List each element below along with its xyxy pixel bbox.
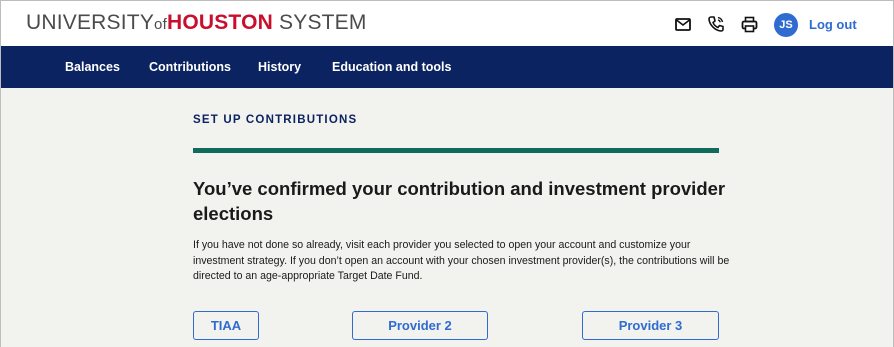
user-avatar[interactable]: JS	[774, 13, 798, 37]
nav-item-contributions[interactable]: Contributions	[149, 60, 231, 74]
provider-2-button[interactable]: Provider 2	[352, 311, 488, 340]
logo-system: SYSTEM	[273, 11, 367, 34]
printer-icon[interactable]	[738, 13, 760, 35]
section-eyebrow: SET UP CONTRIBUTIONS	[193, 114, 358, 126]
logo-university: UNIVERSITY	[26, 11, 155, 34]
provider-tiaa-button[interactable]: TIAA	[193, 311, 259, 340]
section-divider	[193, 148, 719, 153]
nav-item-history[interactable]: History	[258, 60, 301, 74]
top-bar: UNIVERSITYofHOUSTON SYSTEM JS Log out	[1, 1, 893, 46]
logo-houston: HOUSTON	[166, 11, 273, 34]
main-nav: Balances Contributions History Education…	[1, 46, 893, 88]
logo-of: of	[154, 16, 167, 33]
university-logo[interactable]: UNIVERSITYofHOUSTON SYSTEM	[26, 11, 367, 37]
page-title: You’ve confirmed your contribution and i…	[193, 178, 726, 224]
provider-3-button[interactable]: Provider 3	[582, 311, 719, 340]
mail-icon[interactable]	[672, 13, 694, 35]
phone-icon[interactable]	[705, 13, 727, 35]
logo-system-text: SYSTEM	[279, 11, 367, 34]
instruction-text: If you have not done so already, visit e…	[193, 239, 730, 282]
nav-item-education-and-tools[interactable]: Education and tools	[332, 60, 451, 74]
logout-link[interactable]: Log out	[809, 17, 857, 32]
nav-item-balances[interactable]: Balances	[65, 60, 120, 74]
